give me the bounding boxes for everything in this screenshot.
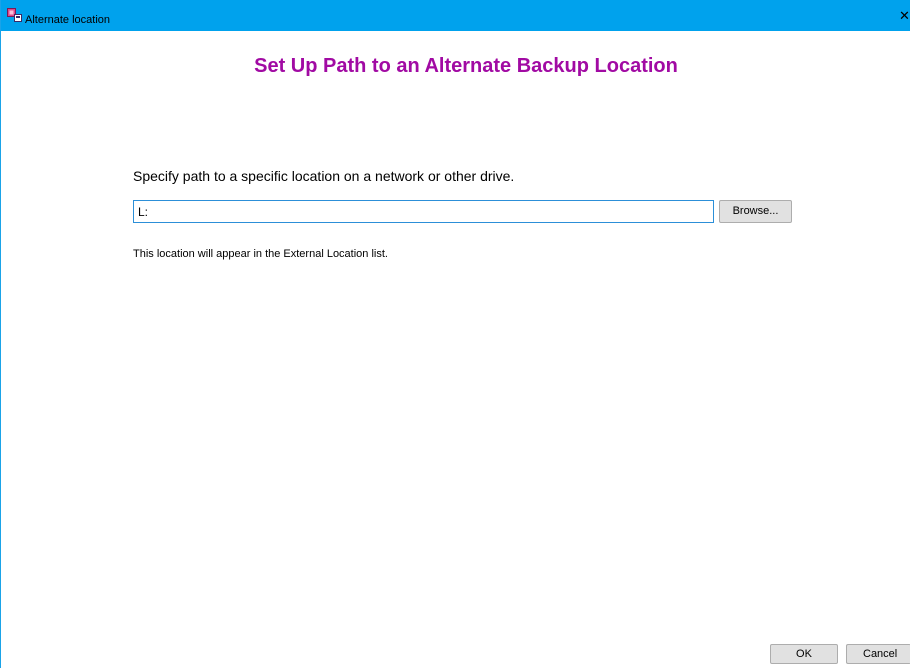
ok-button[interactable]: OK <box>770 644 838 664</box>
close-icon[interactable]: ✕ <box>899 8 910 24</box>
browse-button[interactable]: Browse... <box>719 200 792 223</box>
cancel-button[interactable]: Cancel <box>846 644 910 664</box>
location-note: This location will appear in the Externa… <box>133 248 388 260</box>
page-title: Set Up Path to an Alternate Backup Locat… <box>254 55 678 77</box>
path-input[interactable] <box>133 200 714 223</box>
window-title: Alternate location <box>25 14 110 26</box>
alternate-location-dialog: Alternate location ✕ Set Up Path to an A… <box>0 0 910 668</box>
instruction-text: Specify path to a specific location on a… <box>133 168 515 184</box>
backup-app-icon <box>7 8 23 22</box>
title-bar[interactable]: Alternate location ✕ <box>1 0 910 31</box>
